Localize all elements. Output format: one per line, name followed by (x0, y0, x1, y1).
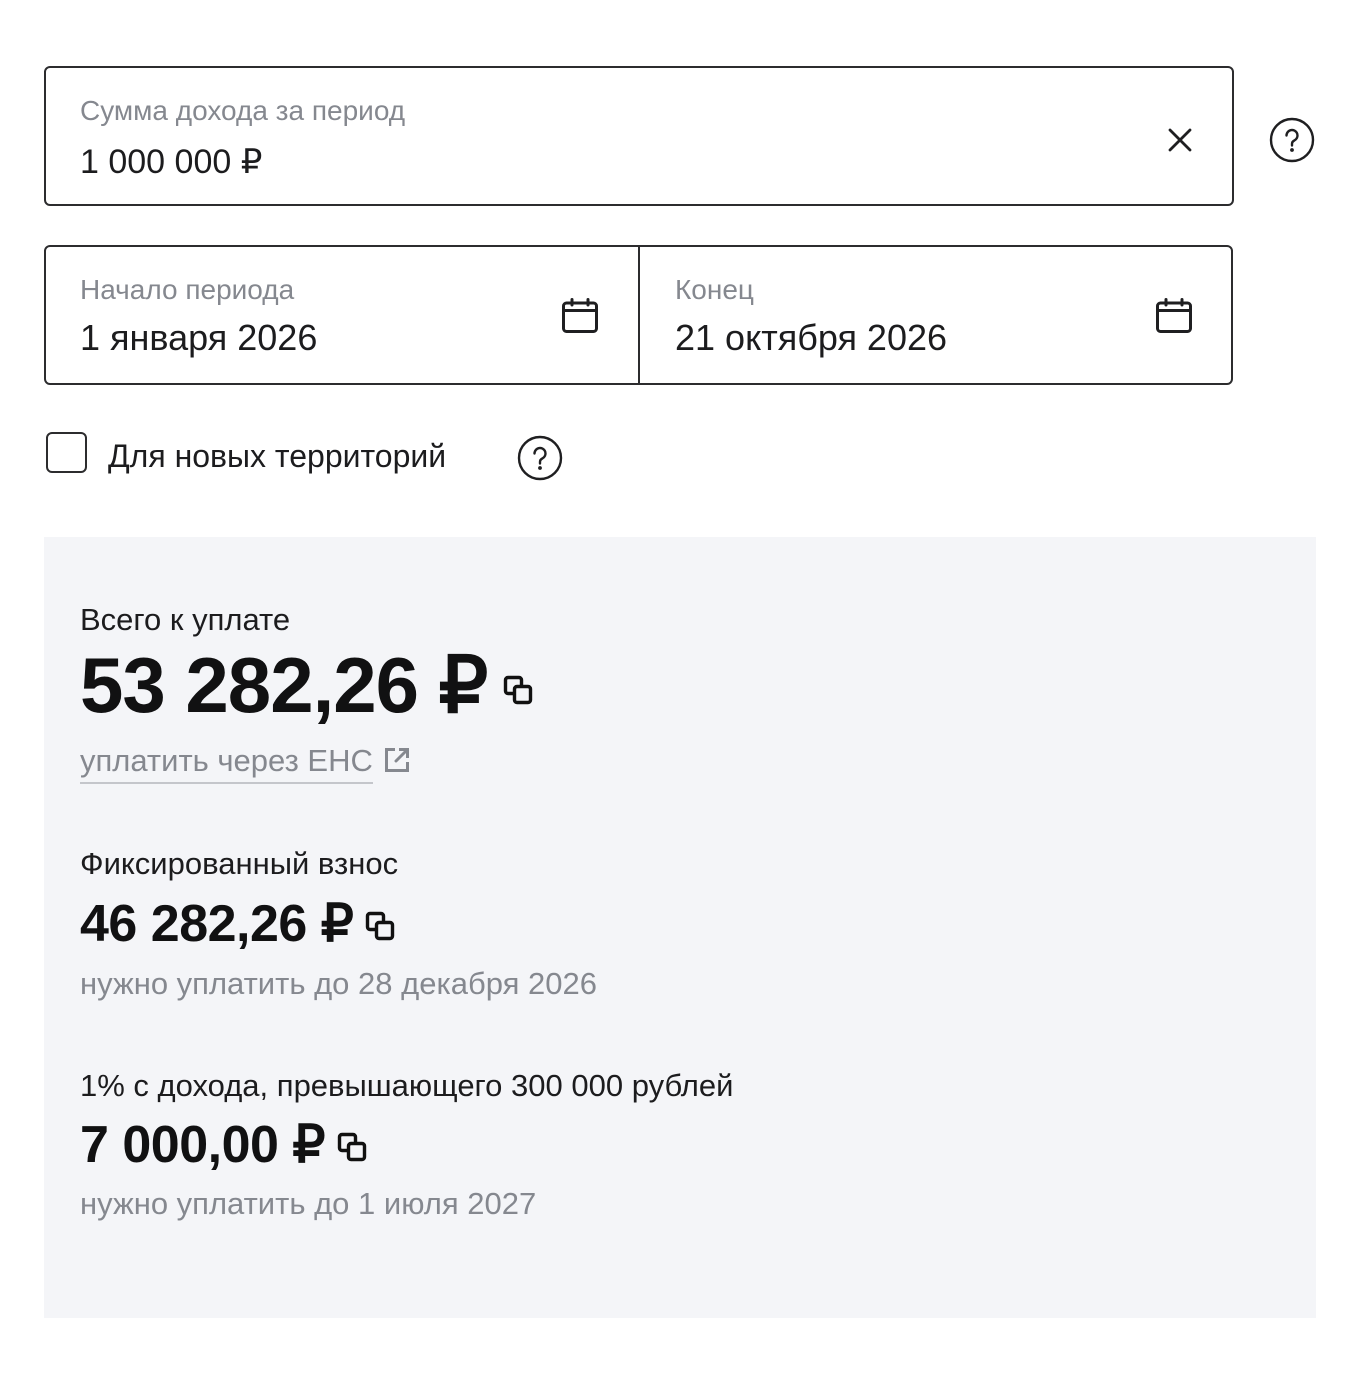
period-start-label: Начало периода (80, 274, 295, 305)
period-end-field[interactable]: Конец 21 октября 2026 (640, 247, 1231, 383)
pay-via-ens-link[interactable]: уплатить через ЕНС (80, 743, 373, 784)
copy-icon[interactable] (365, 911, 395, 941)
pay-link-row: уплатить через ЕНС (80, 743, 411, 784)
fixed-fee-due: нужно уплатить до 28 декабря 2026 (80, 966, 597, 1001)
calendar-icon[interactable] (1155, 298, 1193, 334)
fixed-fee-amount-row: 46 282,26 ₽ (80, 898, 395, 950)
period-field: Начало периода 1 января 2026 Конец 21 ок… (44, 245, 1233, 385)
income-value[interactable]: 1 000 000 ₽ (80, 142, 262, 182)
external-link-icon[interactable] (383, 746, 411, 774)
fixed-fee-amount: 46 282,26 ₽ (80, 895, 354, 953)
fixed-fee-label: Фиксированный взнос (80, 846, 399, 881)
help-icon[interactable] (517, 435, 563, 481)
period-end-label: Конец (675, 274, 754, 305)
income-field[interactable]: Сумма дохода за период 1 000 000 ₽ (44, 66, 1234, 206)
new-territories-label[interactable]: Для новых территорий (108, 438, 446, 474)
copy-icon[interactable] (337, 1132, 367, 1162)
clear-icon[interactable] (1166, 126, 1194, 154)
copy-icon[interactable] (503, 675, 533, 705)
total-label: Всего к уплате (80, 602, 291, 637)
new-territories-checkbox[interactable] (46, 432, 87, 473)
percent-fee-label: 1% с дохода, превышающего 300 000 рублей (80, 1068, 734, 1103)
period-start-value[interactable]: 1 января 2026 (80, 317, 317, 359)
percent-fee-amount-row: 7 000,00 ₽ (80, 1119, 367, 1171)
percent-fee-due: нужно уплатить до 1 июля 2027 (80, 1186, 537, 1221)
period-end-value[interactable]: 21 октября 2026 (675, 317, 947, 359)
help-icon[interactable] (1269, 117, 1315, 163)
total-amount-row: 53 282,26 ₽ (80, 646, 533, 724)
calendar-icon[interactable] (561, 298, 599, 334)
income-label: Сумма дохода за период (80, 95, 406, 126)
result-panel: Всего к уплате 53 282,26 ₽ уплатить чере… (44, 537, 1316, 1318)
percent-fee-amount: 7 000,00 ₽ (80, 1116, 325, 1174)
total-amount: 53 282,26 ₽ (80, 641, 488, 729)
period-start-field[interactable]: Начало периода 1 января 2026 (46, 247, 640, 383)
